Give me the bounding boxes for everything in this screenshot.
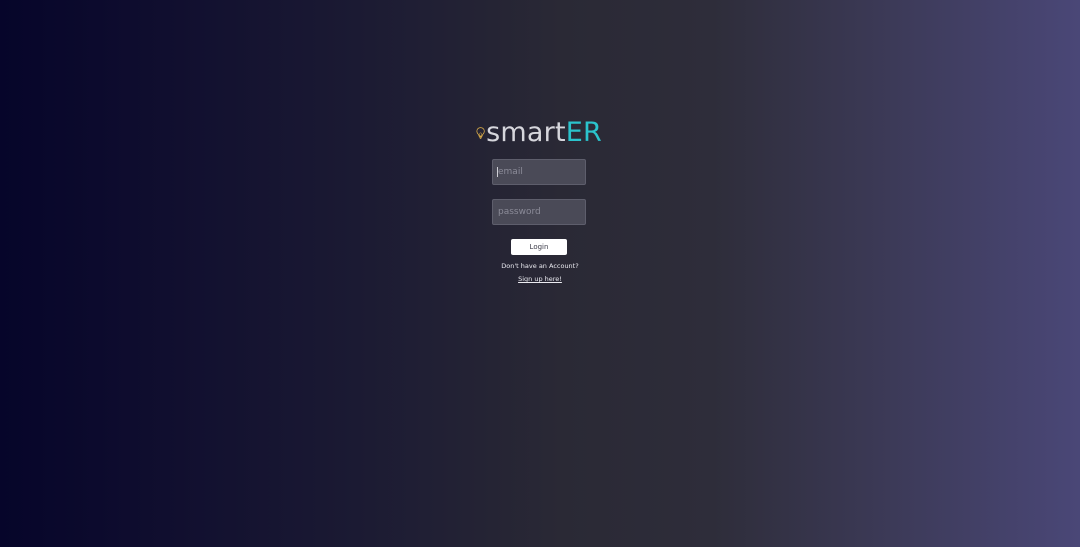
signup-link[interactable]: Sign up here! (480, 275, 600, 283)
lightbulb-icon (476, 127, 485, 139)
login-button[interactable]: Login (511, 239, 567, 255)
login-panel: smartER Login Don't have an Account? Sig… (0, 0, 1080, 547)
brand-name-er: ER (565, 117, 602, 148)
signup-prompt: Don't have an Account? (501, 262, 579, 270)
email-field[interactable] (492, 159, 586, 185)
text-caret (497, 167, 498, 177)
brand-name-smart: smart (486, 117, 566, 148)
brand-name: smartER (486, 118, 602, 148)
password-field[interactable] (492, 199, 586, 225)
brand-logo: smartER (476, 116, 602, 150)
